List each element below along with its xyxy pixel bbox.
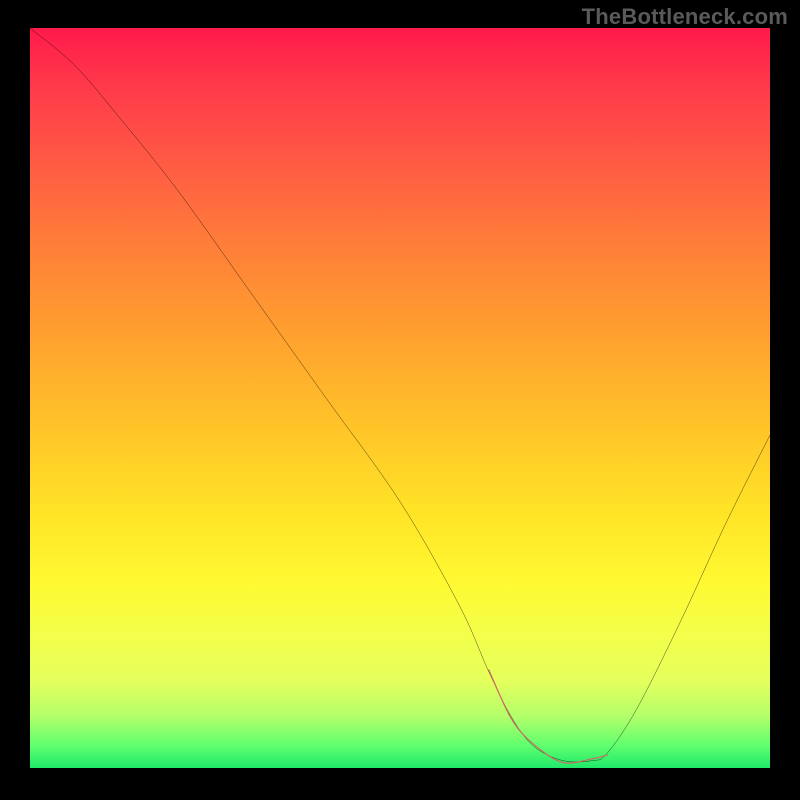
trough-highlight bbox=[489, 670, 607, 763]
plot-area bbox=[30, 28, 770, 768]
curve-svg bbox=[30, 28, 770, 768]
bottleneck-curve bbox=[30, 28, 770, 762]
watermark-text: TheBottleneck.com bbox=[582, 4, 788, 30]
chart-frame: TheBottleneck.com bbox=[0, 0, 800, 800]
